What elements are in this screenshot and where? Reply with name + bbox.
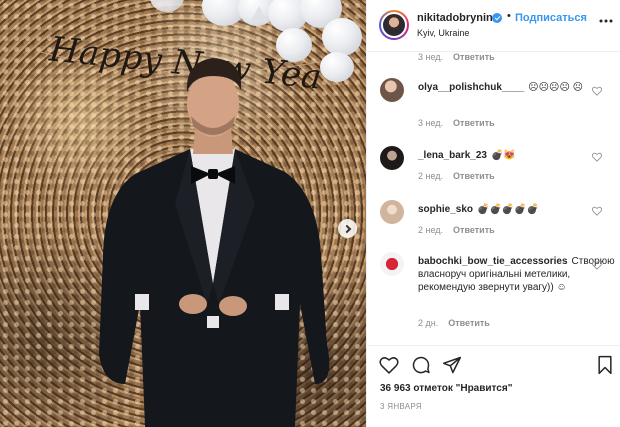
post-sidebar: nikitadobrynin • Подписаться Kyiv, Ukrai… <box>366 0 620 427</box>
comment-meta: 2 дн. Ответить <box>418 318 490 328</box>
reply-button[interactable]: Ответить <box>453 118 495 128</box>
comment-icon[interactable] <box>411 355 431 375</box>
comment-time: 2 дн. <box>418 318 439 328</box>
like-comment-heart-icon[interactable] <box>592 86 602 96</box>
avatar-image <box>381 12 407 38</box>
comment-time: 3 нед. <box>418 118 444 128</box>
comment-body: 💣💣💣💣💣 <box>477 204 540 215</box>
comment-time: 2 нед. <box>418 225 444 235</box>
comment-meta: 3 нед. Ответить <box>418 118 495 128</box>
commenter-avatar[interactable] <box>380 252 404 276</box>
likes-count[interactable]: 36 963 отметок "Нравится" <box>380 383 512 394</box>
commenter-username[interactable]: sophie_sko <box>418 204 473 215</box>
balloon <box>322 18 362 56</box>
heart-icon[interactable] <box>379 355 399 375</box>
ellipsis-icon[interactable] <box>599 19 613 23</box>
comment-body: ☹☹☹☹ ☹ <box>528 82 584 93</box>
commenter-username[interactable]: _lena_bark_23 <box>418 150 487 161</box>
post-header: nikitadobrynin • Подписаться Kyiv, Ukrai… <box>367 0 620 52</box>
share-icon[interactable] <box>442 355 462 375</box>
bookmark-icon[interactable] <box>595 355 615 375</box>
post-location[interactable]: Kyiv, Ukraine <box>417 28 469 38</box>
comment-text: babochki_bow_tie_accessories Створюю влас… <box>418 255 615 294</box>
commenter-avatar[interactable] <box>380 200 404 224</box>
like-comment-heart-icon[interactable] <box>592 152 602 162</box>
like-comment-heart-icon[interactable] <box>592 260 602 270</box>
man-in-tuxedo <box>99 58 330 427</box>
comment-text: _lena_bark_23 💣😻 <box>418 149 586 162</box>
reply-button[interactable]: Ответить <box>453 52 495 62</box>
comment-time: 3 нед. <box>418 52 444 62</box>
comment-meta: 2 нед. Ответить <box>418 225 495 235</box>
follow-button[interactable]: Подписаться <box>515 12 587 24</box>
carousel-next-button[interactable] <box>338 219 357 238</box>
post-date[interactable]: 3 ЯНВАРЯ <box>380 402 422 411</box>
commenter-avatar[interactable] <box>380 78 404 102</box>
reply-button[interactable]: Ответить <box>448 318 490 328</box>
comment-meta: 2 нед. Ответить <box>418 171 495 181</box>
comment-body: 💣😻 <box>490 150 516 161</box>
chevron-right-icon <box>342 224 351 233</box>
commenter-avatar[interactable] <box>380 146 404 170</box>
separator-dot: • <box>507 10 511 22</box>
foil-star <box>250 6 268 22</box>
comment-text: olya__polishchuk____ ☹☹☹☹ ☹ <box>418 81 586 94</box>
post-actions: 36 963 отметок "Нравится" 3 ЯНВАРЯ <box>367 345 620 427</box>
verified-badge-icon <box>492 13 502 23</box>
like-comment-heart-icon[interactable] <box>592 206 602 216</box>
reply-button[interactable]: Ответить <box>453 225 495 235</box>
comment-time: 2 нед. <box>418 171 444 181</box>
comments-list[interactable]: 3 нед. Ответить olya__polishchuk____ ☹☹☹☹ … <box>367 52 620 345</box>
comment-text: sophie_sko 💣💣💣💣💣 <box>418 203 586 216</box>
author-avatar[interactable] <box>379 10 409 40</box>
commenter-username[interactable]: olya__polishchuk____ <box>418 82 524 93</box>
commenter-username[interactable]: babochki_bow_tie_accessories <box>418 256 568 267</box>
post-photo[interactable]: Happy New Year! <box>0 0 366 427</box>
comment-meta: 3 нед. Ответить <box>418 52 495 62</box>
author-username[interactable]: nikitadobrynin <box>417 12 493 24</box>
reply-button[interactable]: Ответить <box>453 171 495 181</box>
